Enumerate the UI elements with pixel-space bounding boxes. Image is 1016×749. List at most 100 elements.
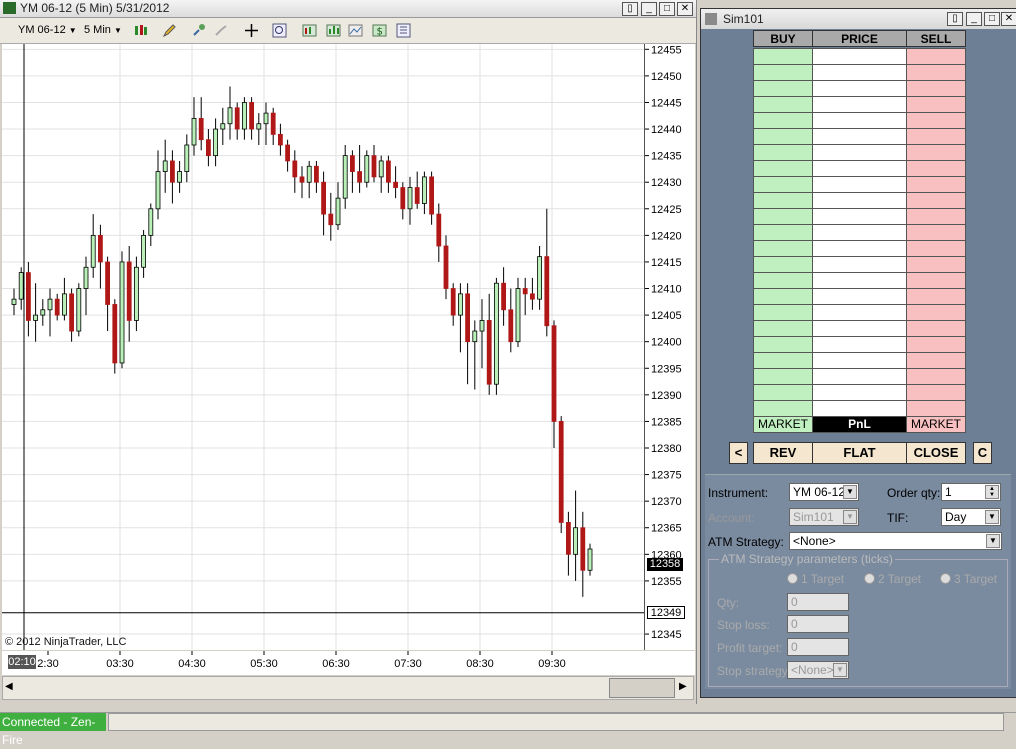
restore-icon[interactable]: ▯	[622, 2, 638, 16]
properties-icon[interactable]	[396, 23, 411, 38]
indicator-add-icon[interactable]	[192, 23, 207, 38]
ladder-sell-cell[interactable]	[906, 336, 966, 353]
ladder-price-cell[interactable]	[812, 336, 907, 353]
strategy-icon[interactable]	[214, 23, 229, 38]
minimize-icon[interactable]: _	[966, 12, 982, 26]
ladder-buy-cell[interactable]	[753, 208, 813, 225]
restore-icon[interactable]: ▯	[947, 12, 963, 26]
order-qty-stepper[interactable]: 1 ▲ ▼	[941, 483, 1001, 501]
ladder-buy-cell[interactable]	[753, 128, 813, 145]
ladder-sell-cell[interactable]	[906, 384, 966, 401]
center-ladder-button[interactable]: C	[973, 442, 992, 464]
ladder-buy-cell[interactable]	[753, 352, 813, 369]
ladder-sell-cell[interactable]	[906, 128, 966, 145]
price-axis[interactable]: 12455 12450 12445 12440 12435 12430 12425 12420…	[645, 44, 695, 650]
ladder-sell-cell[interactable]	[906, 80, 966, 97]
ladder-price-cell[interactable]	[812, 144, 907, 161]
ladder-price-cell[interactable]	[812, 304, 907, 321]
ladder-buy-cell[interactable]	[753, 192, 813, 209]
instrument-dropdown[interactable]: YM 06-12 ▼	[18, 22, 77, 38]
ladder-price-cell[interactable]	[812, 176, 907, 193]
rev-button[interactable]: REV	[753, 442, 813, 464]
ladder-buy-cell[interactable]	[753, 368, 813, 385]
ladder-price-cell[interactable]	[812, 320, 907, 337]
ladder-sell-cell[interactable]	[906, 48, 966, 65]
ladder-buy-cell[interactable]	[753, 384, 813, 401]
ladder-price-cell[interactable]	[812, 256, 907, 273]
ladder-buy-cell[interactable]	[753, 256, 813, 273]
ladder-sell-cell[interactable]	[906, 208, 966, 225]
chart-style-icon[interactable]	[133, 23, 148, 38]
buy-market-button[interactable]: MARKET	[753, 416, 813, 433]
ladder-price-cell[interactable]	[812, 240, 907, 257]
ladder-buy-cell[interactable]	[753, 144, 813, 161]
close-position-button[interactable]: CLOSE	[906, 442, 966, 464]
ladder-sell-cell[interactable]	[906, 176, 966, 193]
ladder-sell-cell[interactable]	[906, 192, 966, 209]
qty-stepper[interactable]: 0	[787, 593, 849, 611]
ladder-buy-cell[interactable]	[753, 240, 813, 257]
ladder-sell-cell[interactable]	[906, 256, 966, 273]
profit-target-stepper[interactable]: 0	[787, 638, 849, 656]
target1-radio[interactable]	[787, 573, 798, 584]
ladder-buy-cell[interactable]	[753, 112, 813, 129]
maximize-icon[interactable]: □	[659, 2, 675, 16]
ladder-price-cell[interactable]	[812, 208, 907, 225]
ladder-price-cell[interactable]	[812, 128, 907, 145]
ladder-price-cell[interactable]	[812, 288, 907, 305]
chart-plot-area[interactable]: © 2012 NinjaTrader, LLC	[2, 44, 645, 650]
indicators-icon[interactable]	[326, 23, 341, 38]
tif-select[interactable]: Day ▼	[941, 508, 1001, 526]
ladder-price-cell[interactable]	[812, 368, 907, 385]
scroll-left-icon[interactable]: ◀	[5, 681, 13, 692]
ladder-sell-cell[interactable]	[906, 144, 966, 161]
ladder-sell-cell[interactable]	[906, 400, 966, 417]
ladder-buy-cell[interactable]	[753, 304, 813, 321]
ladder-price-cell[interactable]	[812, 64, 907, 81]
ladder-buy-cell[interactable]	[753, 96, 813, 113]
target2-radio[interactable]	[864, 573, 875, 584]
ladder-price-cell[interactable]	[812, 192, 907, 209]
ladder-price-cell[interactable]	[812, 160, 907, 177]
time-axis[interactable]: 2:30 03:30 04:30 05:30 06:30 07:30 08:30 09:30 …	[2, 651, 695, 675]
ladder-buy-cell[interactable]	[753, 336, 813, 353]
ladder-sell-cell[interactable]	[906, 288, 966, 305]
ladder-price-cell[interactable]	[812, 352, 907, 369]
close-icon[interactable]: ✕	[677, 2, 693, 16]
crosshair-icon[interactable]	[244, 23, 259, 38]
ladder-price-cell[interactable]	[812, 80, 907, 97]
scroll-thumb[interactable]	[609, 678, 675, 698]
ladder-sell-cell[interactable]	[906, 112, 966, 129]
ladder-price-cell[interactable]	[812, 96, 907, 113]
ladder-buy-cell[interactable]	[753, 400, 813, 417]
data-series-icon[interactable]	[302, 23, 317, 38]
ladder-price-cell[interactable]	[812, 224, 907, 241]
scroll-right-icon[interactable]: ▶	[679, 681, 687, 692]
interval-dropdown[interactable]: 5 Min ▼	[84, 22, 122, 38]
account-select[interactable]: Sim101 ▼	[789, 508, 859, 526]
line-chart-icon[interactable]	[348, 23, 363, 38]
stop-strategy-select[interactable]: <None> ▼	[787, 661, 849, 679]
ladder-sell-cell[interactable]	[906, 272, 966, 289]
dollar-icon[interactable]: $	[372, 23, 387, 38]
ladder-sell-cell[interactable]	[906, 320, 966, 337]
horizontal-scrollbar[interactable]: ◀ ▶	[2, 676, 694, 700]
ladder-price-cell[interactable]	[812, 112, 907, 129]
ladder-price-cell[interactable]	[812, 384, 907, 401]
ladder-buy-cell[interactable]	[753, 48, 813, 65]
ladder-sell-cell[interactable]	[906, 64, 966, 81]
instrument-select[interactable]: YM 06-12 ▼	[789, 483, 859, 501]
ladder-sell-cell[interactable]	[906, 96, 966, 113]
minimize-icon[interactable]: _	[641, 2, 657, 16]
ladder-sell-cell[interactable]	[906, 160, 966, 177]
atm-strategy-select[interactable]: <None> ▼	[789, 532, 1002, 550]
ladder-buy-cell[interactable]	[753, 64, 813, 81]
ladder-buy-cell[interactable]	[753, 320, 813, 337]
pencil-icon[interactable]	[162, 23, 177, 38]
target3-radio[interactable]	[940, 573, 951, 584]
sell-market-button[interactable]: MARKET	[906, 416, 966, 433]
close-icon[interactable]: ✕	[1001, 12, 1016, 26]
ladder-sell-cell[interactable]	[906, 224, 966, 241]
ladder-sell-cell[interactable]	[906, 304, 966, 321]
maximize-icon[interactable]: □	[984, 12, 1000, 26]
